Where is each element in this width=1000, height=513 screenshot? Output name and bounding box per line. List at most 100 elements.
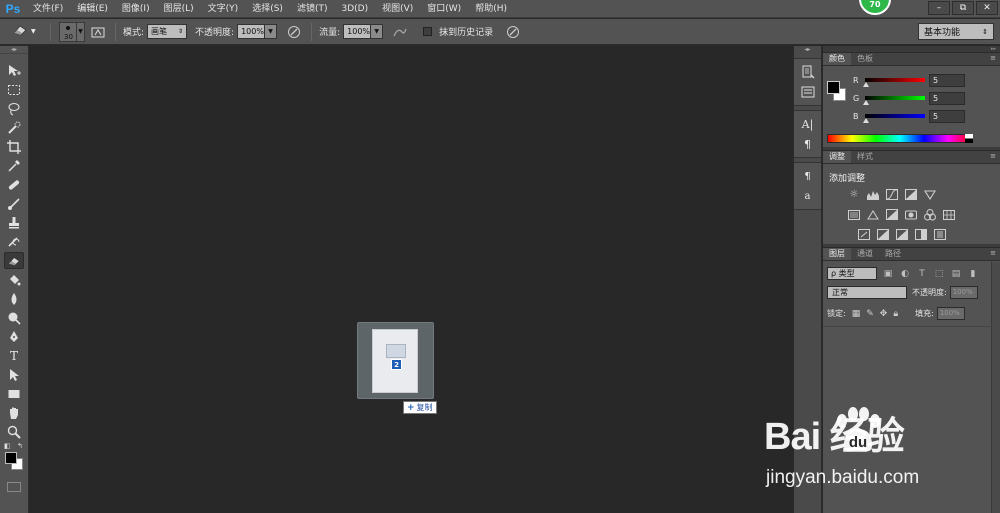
brush-preset-picker[interactable]: 30 <box>59 21 77 42</box>
marquee-tool-icon[interactable] <box>4 81 24 98</box>
pressure-opacity-icon[interactable] <box>285 23 303 41</box>
layer-filter-select[interactable]: ρ 类型 <box>827 267 877 280</box>
gradient-map-icon[interactable] <box>933 228 947 241</box>
menu-view[interactable]: 视图(V) <box>375 0 420 18</box>
history-brush-tool-icon[interactable] <box>4 233 24 250</box>
close-button[interactable]: ✕ <box>976 1 998 15</box>
menu-file[interactable]: 文件(F) <box>26 0 70 18</box>
hand-tool-icon[interactable] <box>4 404 24 421</box>
properties-panel-icon[interactable] <box>798 83 818 101</box>
menu-image[interactable]: 图像(I) <box>115 0 157 18</box>
tab-channels[interactable]: 通道 <box>851 248 879 260</box>
hue-saturation-icon[interactable] <box>847 208 861 221</box>
move-tool-icon[interactable] <box>4 62 24 79</box>
mode-select[interactable]: 画笔 ⇕ <box>147 24 188 39</box>
panel-menu-icon[interactable]: ≡ <box>990 249 996 257</box>
brightness-contrast-icon[interactable]: ☼ <box>847 188 861 201</box>
slider-b-knob[interactable] <box>863 118 869 123</box>
rectangle-tool-icon[interactable] <box>4 385 24 402</box>
filter-pixel-icon[interactable]: ▣ <box>882 269 894 279</box>
path-selection-tool-icon[interactable] <box>4 366 24 383</box>
document-canvas[interactable]: 2 + 复制 <box>30 46 793 513</box>
lock-image-icon[interactable]: ✎ <box>866 309 874 319</box>
threshold-icon[interactable] <box>895 228 909 241</box>
lasso-tool-icon[interactable] <box>4 100 24 117</box>
tab-layers[interactable]: 图层 <box>823 248 851 260</box>
slider-r-track[interactable] <box>863 78 925 87</box>
menu-select[interactable]: 选择(S) <box>245 0 290 18</box>
brush-tool-icon[interactable] <box>4 195 24 212</box>
eraser-tool-icon[interactable] <box>4 252 24 269</box>
lock-transparent-icon[interactable]: ▦ <box>852 309 861 319</box>
tool-preset-picker[interactable]: ▼ <box>12 21 46 43</box>
exposure-icon[interactable] <box>904 188 918 201</box>
erase-history-checkbox[interactable] <box>423 27 433 36</box>
tab-styles[interactable]: 样式 <box>851 151 879 163</box>
layer-opacity-input[interactable]: 100% <box>949 286 978 299</box>
channel-mixer-icon[interactable] <box>923 208 937 221</box>
panel-foreground-swatch[interactable] <box>827 81 840 94</box>
clone-stamp-tool-icon[interactable] <box>4 214 24 231</box>
paragraph-styles-icon[interactable]: ¶ <box>798 167 818 185</box>
pressure-size-icon[interactable] <box>504 23 522 41</box>
slider-g-track[interactable] <box>863 96 925 105</box>
default-colors-icon[interactable]: ◧ <box>4 442 11 450</box>
menu-layer[interactable]: 图层(L) <box>157 0 201 18</box>
lock-position-icon[interactable]: ✥ <box>880 309 888 319</box>
fill-input[interactable]: 100% <box>936 307 965 320</box>
photo-filter-icon[interactable] <box>904 208 918 221</box>
paragraph-panel-icon[interactable]: ¶ <box>798 135 818 153</box>
brush-panel-toggle-icon[interactable] <box>89 23 107 41</box>
slider-r-value[interactable]: 5 <box>929 73 965 87</box>
opacity-dropdown-icon[interactable]: ▼ <box>265 24 278 39</box>
menu-3d[interactable]: 3D(D) <box>334 0 375 18</box>
quick-mask-icon[interactable] <box>7 482 21 492</box>
flow-dropdown-icon[interactable]: ▼ <box>371 24 384 39</box>
vibrance-icon[interactable] <box>923 188 937 201</box>
blur-tool-icon[interactable] <box>4 290 24 307</box>
pen-tool-icon[interactable] <box>4 328 24 345</box>
healing-brush-tool-icon[interactable] <box>4 176 24 193</box>
layers-list[interactable] <box>823 326 990 513</box>
character-panel-icon[interactable]: A| <box>798 115 818 133</box>
minimize-button[interactable]: – <box>928 1 950 15</box>
airbrush-icon[interactable] <box>391 23 409 41</box>
workspace-select[interactable]: 基本功能 ⇕ <box>918 23 994 40</box>
tab-swatches[interactable]: 色板 <box>851 53 879 65</box>
posterize-icon[interactable] <box>876 228 890 241</box>
crop-tool-icon[interactable] <box>4 138 24 155</box>
invert-icon[interactable] <box>857 228 871 241</box>
menu-help[interactable]: 帮助(H) <box>468 0 514 18</box>
black-white-icon[interactable] <box>885 208 899 221</box>
zoom-tool-icon[interactable] <box>4 423 24 440</box>
flow-input[interactable]: 100% <box>343 24 372 39</box>
menu-edit[interactable]: 编辑(E) <box>70 0 115 18</box>
swap-colors-icon[interactable]: ↰ <box>17 442 23 450</box>
menu-filter[interactable]: 滤镜(T) <box>290 0 335 18</box>
toolbox-collapse-icon[interactable]: ◂▸ <box>0 46 28 54</box>
filter-toggle-icon[interactable]: ▮ <box>967 269 979 279</box>
filter-shape-icon[interactable]: ⬚ <box>933 269 945 279</box>
layers-scrollbar[interactable] <box>991 262 1000 513</box>
tab-paths[interactable]: 路径 <box>879 248 907 260</box>
blend-mode-select[interactable]: 正常 <box>827 286 907 299</box>
lock-all-icon[interactable]: 🔒︎ <box>893 309 898 319</box>
foreground-color-swatch[interactable] <box>5 452 17 464</box>
levels-icon[interactable] <box>866 188 880 201</box>
dock-collapse-icon[interactable]: ◂▸ <box>794 46 821 54</box>
slider-g-value[interactable]: 5 <box>929 91 965 105</box>
color-lookup-icon[interactable] <box>942 208 956 221</box>
color-balance-icon[interactable] <box>866 208 880 221</box>
slider-r-knob[interactable] <box>863 82 869 87</box>
dodge-tool-icon[interactable] <box>4 309 24 326</box>
menu-window[interactable]: 窗口(W) <box>420 0 468 18</box>
tab-adjustments[interactable]: 调整 <box>823 151 851 163</box>
tab-color[interactable]: 颜色 <box>823 53 851 65</box>
opacity-input[interactable]: 100% <box>237 24 266 39</box>
history-panel-icon[interactable] <box>798 63 818 81</box>
restore-button[interactable]: ⧉ <box>952 1 974 15</box>
panel-menu-icon[interactable]: ≡ <box>990 54 996 62</box>
filter-adjustment-icon[interactable]: ◐ <box>899 269 911 279</box>
curves-icon[interactable] <box>885 188 899 201</box>
type-tool-icon[interactable]: T <box>4 347 24 364</box>
